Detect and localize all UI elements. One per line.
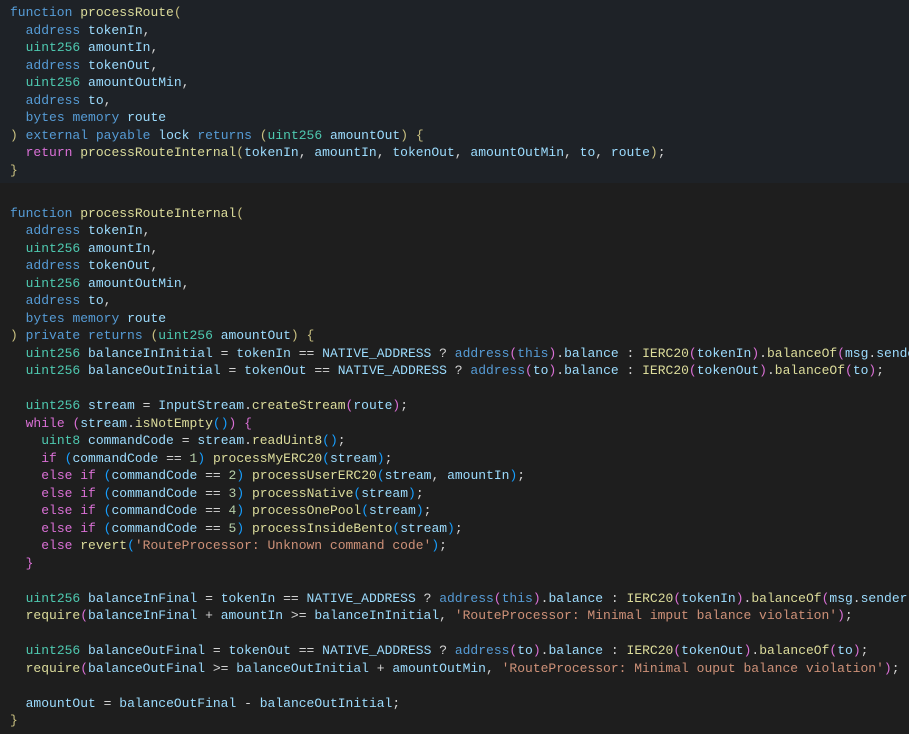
param: amountIn xyxy=(88,40,150,55)
param: amountOutMin xyxy=(88,75,182,90)
code-block-processRouteInternal: function processRouteInternal( address t… xyxy=(0,183,909,734)
type-uint256: uint256 xyxy=(268,128,323,143)
type-address: address xyxy=(26,93,81,108)
var-balanceOutInitial: balanceOutInitial xyxy=(88,363,221,378)
keyword-while: while xyxy=(26,416,65,431)
type-uint256: uint256 xyxy=(26,40,81,55)
function-name: processRoute xyxy=(80,5,174,20)
param: to xyxy=(88,93,104,108)
modifier-lock: lock xyxy=(158,128,189,143)
keyword-private: private xyxy=(26,328,81,343)
keyword-returns: returns xyxy=(197,128,252,143)
string-literal: 'RouteProcessor: Unknown command code' xyxy=(135,538,431,553)
keyword-memory: memory xyxy=(72,110,119,125)
keyword-function: function xyxy=(10,5,72,20)
function-name: processRouteInternal xyxy=(80,206,236,221)
return-var: amountOut xyxy=(330,128,400,143)
param: tokenIn xyxy=(88,23,143,38)
code-block-processRoute: function processRoute( address tokenIn, … xyxy=(0,0,909,183)
type-bytes: bytes xyxy=(26,110,65,125)
string-literal: 'RouteProcessor: Minimal ouput balance v… xyxy=(502,661,884,676)
type-address: address xyxy=(26,58,81,73)
string-literal: 'RouteProcessor: Minimal imput balance v… xyxy=(455,608,837,623)
var-balanceInInitial: balanceInInitial xyxy=(88,346,213,361)
revert-call: revert xyxy=(80,538,127,553)
keyword-else: else xyxy=(41,468,72,483)
var-stream: stream xyxy=(88,398,135,413)
keyword-payable: payable xyxy=(96,128,151,143)
var-commandCode: commandCode xyxy=(88,433,174,448)
keyword-if: if xyxy=(41,451,57,466)
require-call: require xyxy=(26,608,81,623)
param: tokenOut xyxy=(88,58,150,73)
type-address: address xyxy=(26,23,81,38)
const-native-address: NATIVE_ADDRESS xyxy=(322,346,431,361)
var-balanceOutFinal: balanceOutFinal xyxy=(88,643,205,658)
keyword-return: return xyxy=(26,145,73,160)
type-uint8: uint8 xyxy=(41,433,80,448)
type-uint256: uint256 xyxy=(26,75,81,90)
keyword-this: this xyxy=(517,346,548,361)
var-balanceInFinal: balanceInFinal xyxy=(88,591,197,606)
param: route xyxy=(127,110,166,125)
keyword-external: external xyxy=(26,128,88,143)
function-call: processRouteInternal xyxy=(80,145,236,160)
keyword-function: function xyxy=(10,206,72,221)
